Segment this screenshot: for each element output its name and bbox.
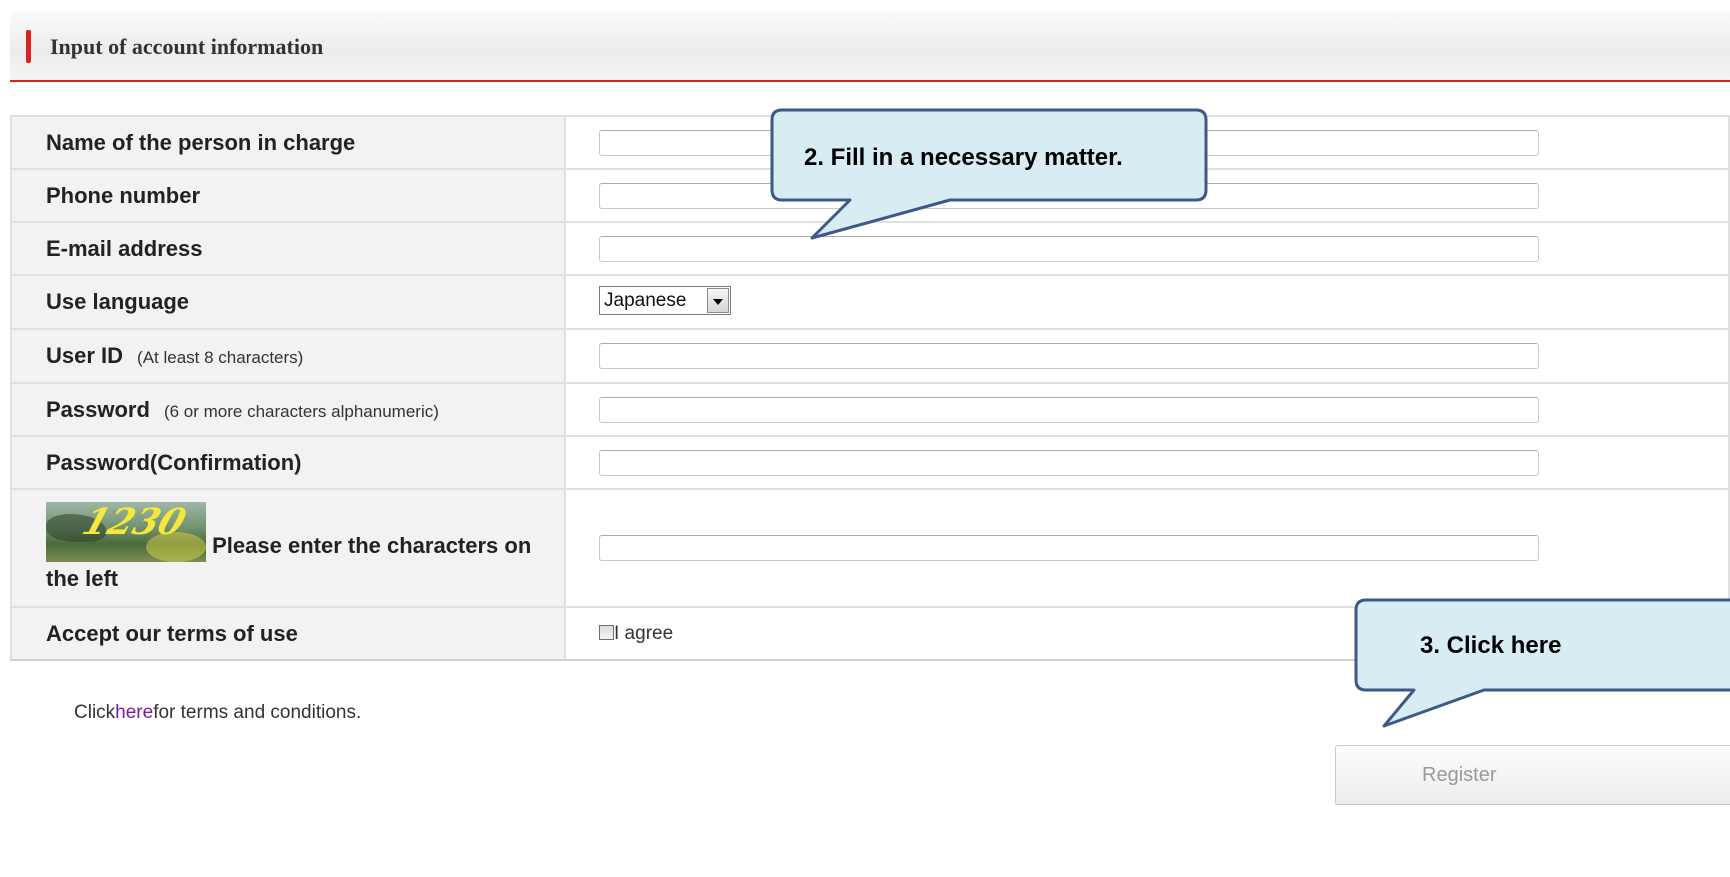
captcha-char: 1230	[77, 501, 192, 543]
chevron-down-icon[interactable]	[707, 288, 729, 313]
label-text: Name of the person in charge	[46, 129, 356, 155]
label-captcha: 1230 Please enter the characters on the …	[10, 488, 566, 608]
label-text: Phone number	[46, 182, 201, 208]
cell-password	[564, 382, 1730, 437]
password-hint: (6 or more characters alphanumeric)	[163, 401, 439, 421]
label-text: Password(Confirmation)	[46, 449, 302, 475]
section-accent-bar	[26, 30, 31, 63]
agree-label[interactable]: I agree	[614, 623, 673, 644]
language-select-value: Japanese	[604, 290, 687, 311]
form-row-userid: User ID (At least 8 characters)	[10, 328, 1730, 384]
section-header: Input of account information	[10, 12, 1730, 82]
captcha-input[interactable]	[599, 535, 1539, 561]
captcha-image: 1230	[46, 501, 206, 562]
password-input[interactable]	[599, 396, 1539, 423]
label-text: E-mail address	[46, 235, 203, 261]
label-text: Password	[46, 396, 150, 422]
register-button[interactable]: Register	[1335, 745, 1730, 805]
cell-language: Japanese	[564, 274, 1730, 330]
callout-click-here	[1354, 598, 1730, 728]
label-email: E-mail address	[10, 221, 566, 276]
form-row-password: Password (6 or more characters alphanumer…	[10, 382, 1730, 437]
label-name: Name of the person in charge	[10, 115, 566, 170]
cell-userid	[564, 328, 1730, 384]
label-language: Use language	[10, 274, 566, 330]
terms-suffix: for terms and conditions.	[153, 702, 362, 723]
password-confirm-input[interactable]	[599, 449, 1539, 476]
form-row-language: Use language Japanese	[10, 274, 1730, 330]
userid-input[interactable]	[599, 343, 1539, 369]
label-password: Password (6 or more characters alphanumer…	[10, 382, 566, 437]
callout-click-here-text: 3. Click here	[1420, 632, 1562, 659]
label-text: Use language	[46, 289, 190, 314]
agree-checkbox[interactable]	[599, 624, 614, 640]
terms-prefix: Click	[74, 702, 116, 723]
userid-hint: (At least 8 characters)	[137, 348, 304, 367]
cell-password-confirm	[564, 435, 1730, 490]
language-select[interactable]: Japanese	[599, 286, 731, 315]
terms-line: Clickherefor terms and conditions.	[74, 702, 361, 724]
callout-bubble	[770, 108, 1208, 240]
label-text: User ID	[46, 343, 124, 368]
label-userid: User ID (At least 8 characters)	[10, 328, 566, 384]
form-row-password-confirm: Password(Confirmation)	[10, 435, 1730, 490]
callout-fill-in-text: 2. Fill in a necessary matter.	[804, 144, 1123, 171]
section-title: Input of account information	[50, 34, 324, 59]
label-phone: Phone number	[10, 168, 566, 223]
terms-link[interactable]: here	[115, 702, 153, 723]
label-text: Accept our terms of use	[46, 620, 298, 646]
callout-bubble	[1354, 598, 1730, 728]
label-terms: Accept our terms of use	[10, 606, 566, 661]
callout-fill-in	[770, 108, 1208, 240]
label-password-confirm: Password(Confirmation)	[10, 435, 566, 490]
